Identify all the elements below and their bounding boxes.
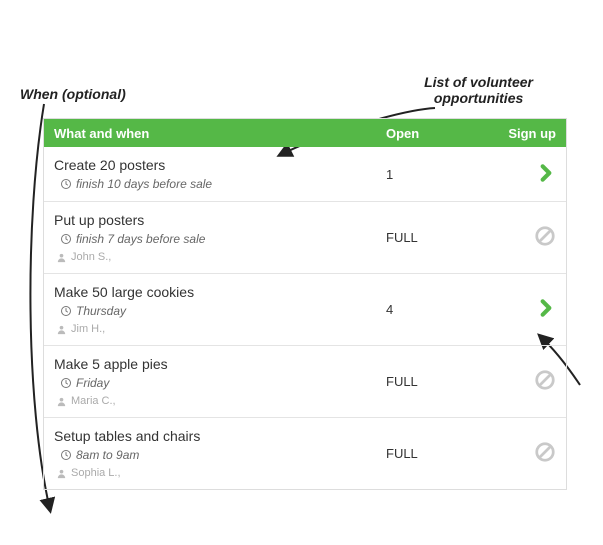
header-task: What and when xyxy=(54,126,386,141)
cell-task: Make 5 apple pies Friday Maria C., xyxy=(54,356,386,407)
cell-signup xyxy=(486,369,556,394)
cell-open: FULL xyxy=(386,446,486,461)
cell-open: 1 xyxy=(386,167,486,182)
task-when-text: Friday xyxy=(76,376,109,390)
cell-task: Put up posters finish 7 days before sale… xyxy=(54,212,386,263)
cell-signup xyxy=(486,441,556,466)
header-open: Open xyxy=(386,126,486,141)
user-icon xyxy=(56,324,67,335)
task-when: finish 10 days before sale xyxy=(54,177,386,191)
task-assigned-text: John S., xyxy=(71,251,111,263)
cell-task: Make 50 large cookies Thursday Jim H., xyxy=(54,284,386,335)
task-assigned: Maria C., xyxy=(54,395,386,407)
cell-task: Setup tables and chairs 8am to 9am Sophi… xyxy=(54,428,386,479)
clock-icon xyxy=(60,233,72,245)
not-available-icon xyxy=(534,441,556,463)
cell-signup xyxy=(486,225,556,250)
task-title: Setup tables and chairs xyxy=(54,428,386,444)
cell-open: 4 xyxy=(386,302,486,317)
user-icon xyxy=(56,252,67,263)
task-assigned: Sophia L., xyxy=(54,467,386,479)
user-icon xyxy=(56,468,67,479)
table-row: Create 20 posters finish 10 days before … xyxy=(44,147,566,201)
clock-icon xyxy=(60,377,72,389)
user-icon xyxy=(56,396,67,407)
table-row: Make 50 large cookies Thursday Jim H., 4 xyxy=(44,273,566,345)
task-when-text: Thursday xyxy=(76,304,126,318)
clock-icon xyxy=(60,178,72,190)
task-assigned-text: Sophia L., xyxy=(71,467,121,479)
opportunities-table: What and when Open Sign up Create 20 pos… xyxy=(43,118,567,490)
clock-icon xyxy=(60,449,72,461)
header-signup: Sign up xyxy=(486,126,556,141)
task-assigned: Jim H., xyxy=(54,323,386,335)
annotation-when: When (optional) xyxy=(20,86,126,102)
task-title: Create 20 posters xyxy=(54,157,386,173)
task-when-text: finish 7 days before sale xyxy=(76,232,205,246)
task-when-text: 8am to 9am xyxy=(76,448,139,462)
table-row: Make 5 apple pies Friday Maria C., FULL xyxy=(44,345,566,417)
cell-signup xyxy=(486,162,556,187)
clock-icon xyxy=(60,305,72,317)
signup-button[interactable] xyxy=(536,297,556,319)
signup-button[interactable] xyxy=(536,162,556,184)
cell-open: FULL xyxy=(386,374,486,389)
annotation-opportunities: List of volunteer opportunities xyxy=(424,74,533,106)
table-row: Put up posters finish 7 days before sale… xyxy=(44,201,566,273)
table-row: Setup tables and chairs 8am to 9am Sophi… xyxy=(44,417,566,489)
table-header: What and when Open Sign up xyxy=(44,119,566,147)
task-assigned-text: Maria C., xyxy=(71,395,116,407)
task-title: Make 5 apple pies xyxy=(54,356,386,372)
task-when-text: finish 10 days before sale xyxy=(76,177,212,191)
task-when: Friday xyxy=(54,376,386,390)
cell-open: FULL xyxy=(386,230,486,245)
cell-signup xyxy=(486,297,556,322)
task-title: Put up posters xyxy=(54,212,386,228)
task-assigned-text: Jim H., xyxy=(71,323,105,335)
cell-task: Create 20 posters finish 10 days before … xyxy=(54,157,386,191)
task-when: finish 7 days before sale xyxy=(54,232,386,246)
task-when: Thursday xyxy=(54,304,386,318)
task-title: Make 50 large cookies xyxy=(54,284,386,300)
task-when: 8am to 9am xyxy=(54,448,386,462)
task-assigned: John S., xyxy=(54,251,386,263)
not-available-icon xyxy=(534,369,556,391)
not-available-icon xyxy=(534,225,556,247)
